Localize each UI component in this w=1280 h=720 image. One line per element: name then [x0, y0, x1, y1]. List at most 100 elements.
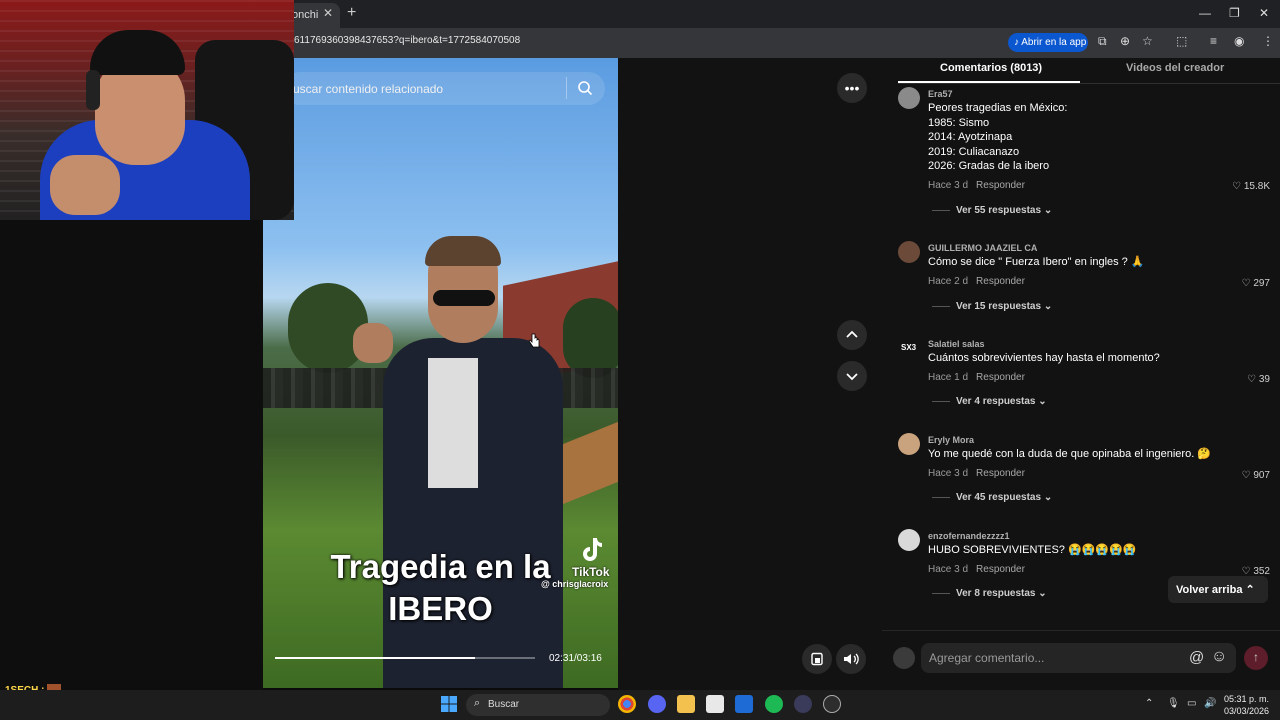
comment-text: Peores tragedias en México: 1985: Sismo …	[928, 102, 1068, 173]
minimize-icon[interactable]: —	[1199, 6, 1211, 20]
spotify-icon[interactable]	[765, 695, 783, 713]
bookmark-star-icon[interactable]: ☆	[1142, 34, 1153, 48]
back-to-top-button[interactable]: Volver arriba ⌃	[1168, 576, 1268, 603]
restore-icon[interactable]: ❐	[1229, 6, 1240, 20]
webcam-headset	[86, 70, 100, 110]
comment-text: Cómo se dice " Fuerza Ibero" en ingles ?…	[928, 256, 1145, 268]
like-button[interactable]: ♡ 907	[1242, 470, 1270, 481]
video-progress-bar[interactable]	[275, 657, 535, 659]
reply-button[interactable]: Responder	[976, 468, 1025, 479]
tab-close-icon[interactable]: ✕	[323, 6, 333, 20]
avatar[interactable]	[898, 529, 920, 551]
tab-creator-videos[interactable]: Videos del creador	[1126, 62, 1224, 74]
video-fist	[353, 323, 393, 363]
comment-time: Hace 1 d	[928, 372, 969, 383]
view-replies-button[interactable]: Ver 15 respuestas ⌄	[932, 301, 1052, 312]
file-explorer-icon[interactable]	[677, 695, 695, 713]
comment-time: Hace 2 d	[928, 276, 969, 287]
extensions-icon[interactable]: ⬚	[1176, 34, 1187, 48]
video-tree	[563, 298, 618, 378]
comment-text: HUBO SOBREVIVIENTES? 😭😭😭😭😭	[928, 544, 1137, 556]
tray-chevron-up-icon[interactable]: ⌃	[1145, 698, 1153, 709]
like-count: 907	[1253, 470, 1270, 481]
clock-date: 03/03/2026	[1224, 706, 1270, 716]
view-replies-button[interactable]: Ver 45 respuestas ⌄	[932, 492, 1052, 503]
comment-time: Hace 3 d	[928, 180, 969, 191]
close-window-icon[interactable]: ✕	[1259, 6, 1269, 20]
app-icon[interactable]	[794, 695, 812, 713]
search-divider	[566, 77, 567, 99]
translate-icon[interactable]: ⧉	[1098, 34, 1107, 49]
like-button[interactable]: ♡ 297	[1242, 278, 1270, 289]
volume-icon[interactable]	[836, 644, 866, 674]
avatar[interactable]	[898, 87, 920, 109]
reply-button[interactable]: Responder	[976, 564, 1025, 575]
more-options-icon[interactable]: •••	[837, 73, 867, 103]
microphone-icon[interactable]: 🎙	[1167, 698, 1180, 709]
related-search-placeholder: uscar contenido relacionado	[293, 82, 444, 96]
video-progress-fill	[275, 657, 476, 659]
comment-meta: Hace 2 d Responder	[928, 276, 1025, 287]
caption-line-2: IBERO	[388, 590, 493, 627]
comment-username[interactable]: Era57	[928, 89, 953, 99]
comment-input-placeholder: Agregar comentario...	[929, 651, 1045, 665]
creator-handle: @ chrisglacroix	[541, 579, 609, 589]
menu-kebab-icon[interactable]: ⋮	[1262, 34, 1274, 48]
zoom-icon[interactable]: ⊕	[1120, 34, 1130, 48]
next-video-chevron-down-icon[interactable]	[837, 361, 867, 391]
picture-in-picture-icon[interactable]	[802, 644, 832, 674]
tiktok-logo-icon	[583, 538, 602, 561]
mail-icon[interactable]	[735, 695, 753, 713]
address-bar[interactable]: 611769360398437653?q=ibero&t=17725840705…	[294, 35, 520, 46]
comment-username[interactable]: Salatiel salas	[928, 339, 985, 349]
open-in-app-label: Abrir en la app	[1021, 37, 1087, 48]
view-replies-button[interactable]: Ver 4 respuestas ⌄	[932, 396, 1047, 407]
tab-comments[interactable]: Comentarios (8013)	[940, 62, 1042, 74]
avatar[interactable]	[898, 433, 920, 455]
comment-username[interactable]: Eryly Mora	[928, 435, 974, 445]
open-in-app-button[interactable]: ♪ Abrir en la app	[1008, 33, 1088, 52]
comment-text: Yo me quedé con la duda de que opinaba e…	[928, 448, 1212, 460]
discord-icon[interactable]	[648, 695, 666, 713]
emoji-icon[interactable]: ☺	[1211, 648, 1227, 666]
avatar[interactable]	[898, 241, 920, 263]
view-replies-button[interactable]: Ver 55 respuestas ⌄	[932, 205, 1052, 216]
comment-username[interactable]: GUILLERMO JAAZIEL CA	[928, 243, 1037, 253]
reply-button[interactable]: Responder	[976, 372, 1025, 383]
comment-username[interactable]: enzofernandezzzz1	[928, 531, 1010, 541]
view-replies-button[interactable]: Ver 8 respuestas ⌄	[932, 588, 1047, 599]
like-count: 39	[1258, 374, 1270, 385]
mention-at-icon[interactable]: @	[1189, 649, 1204, 666]
taskbar-clock[interactable]: 05:31 p. m. 03/03/2026	[1224, 693, 1269, 717]
media-control-icon[interactable]: ≡	[1210, 34, 1217, 48]
view-replies-label: Ver 8 respuestas	[956, 588, 1036, 599]
profile-avatar-icon[interactable]: ◉	[1234, 34, 1244, 48]
like-button[interactable]: ♡ 15.8K	[1232, 181, 1270, 192]
video-time: 02:31/03:16	[549, 653, 602, 664]
network-icon[interactable]: ▭	[1187, 698, 1196, 709]
hand-cursor-icon	[528, 333, 540, 348]
clock-time: 05:31 p. m.	[1224, 694, 1270, 704]
store-icon[interactable]	[706, 695, 724, 713]
like-button[interactable]: ♡ 39	[1247, 374, 1270, 385]
active-tab-indicator	[898, 81, 1080, 83]
windows-start-icon[interactable]	[440, 695, 458, 713]
speaker-icon[interactable]: 🔊	[1204, 698, 1216, 709]
previous-video-chevron-up-icon[interactable]	[837, 320, 867, 350]
comment-time: Hace 3 d	[928, 468, 969, 479]
windows-taskbar	[0, 690, 1280, 720]
reply-button[interactable]: Responder	[976, 180, 1025, 191]
reply-button[interactable]: Responder	[976, 276, 1025, 287]
comment-text: Cuántos sobrevivientes hay hasta el mome…	[928, 352, 1160, 364]
streamer-webcam	[0, 0, 294, 220]
comment-time: Hace 3 d	[928, 564, 969, 575]
taskbar-search[interactable]: Buscar	[466, 694, 610, 716]
obs-icon[interactable]	[823, 695, 841, 713]
chrome-icon[interactable]	[618, 695, 636, 713]
avatar[interactable]: SX3	[898, 337, 920, 359]
view-replies-label: Ver 45 respuestas	[956, 492, 1042, 503]
send-comment-button[interactable]: ↑	[1244, 646, 1268, 670]
new-tab-icon[interactable]: +	[347, 4, 356, 22]
like-count: 297	[1253, 278, 1270, 289]
search-icon[interactable]	[577, 80, 593, 96]
